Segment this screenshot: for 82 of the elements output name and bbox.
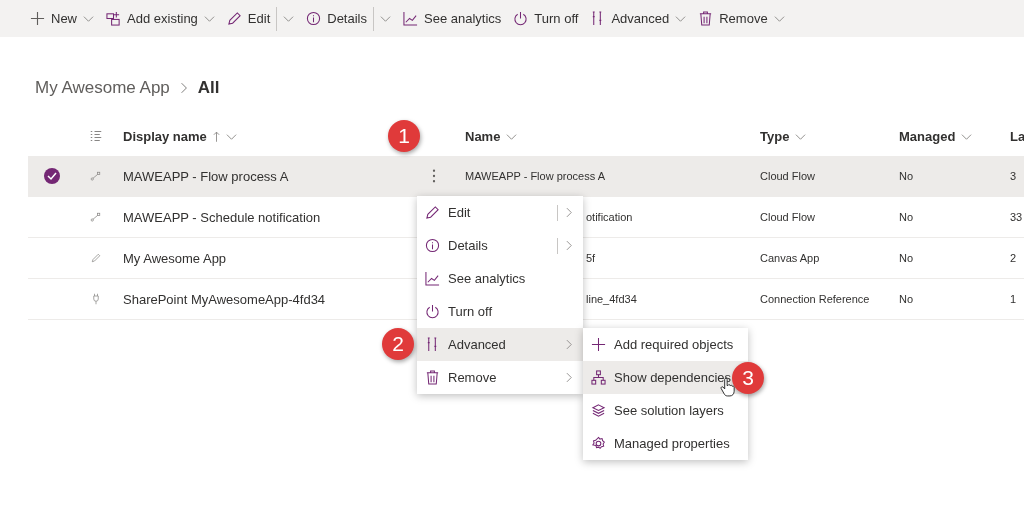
selected-row[interactable]: MAWEAPP - Flow process A MAWEAPP - Flow process A Cloud Flow No 3	[28, 156, 1024, 197]
chevron-right-icon	[179, 82, 188, 94]
chart-icon	[425, 271, 440, 286]
plus-icon	[30, 11, 45, 26]
chevron-down-icon	[675, 13, 687, 24]
menu-item[interactable]: Add required objects	[583, 328, 748, 361]
trash-icon	[698, 11, 714, 26]
table-cell: line_4fd34	[586, 293, 637, 305]
table-cell-text: 33	[1009, 210, 1024, 225]
chevron-right-icon	[566, 372, 573, 383]
column-header[interactable]: Managed	[899, 128, 956, 144]
column-header[interactable]: Name	[465, 128, 501, 144]
toolbar-button[interactable]: Details	[300, 3, 373, 34]
chevron-down-icon	[83, 13, 94, 24]
pencil-icon	[90, 252, 102, 264]
power-icon	[513, 11, 529, 26]
table-cell-text: No	[898, 169, 915, 184]
chevron-right-icon	[566, 207, 573, 218]
breadcrumb-current: All	[197, 78, 220, 98]
toolbar-button[interactable]: Turn off	[507, 3, 585, 34]
table-cell-text: 2	[1009, 251, 1018, 266]
settings-icon	[591, 436, 606, 451]
chevron-down-icon	[773, 13, 785, 24]
table-cell: SharePoint MyAwesomeApp-4fd34	[123, 291, 326, 307]
table-cell-text: 3	[1009, 169, 1018, 184]
toolbar-button[interactable]: Advanced	[584, 3, 693, 34]
table-cell-text: No	[898, 210, 915, 225]
table-cell: otification	[586, 211, 633, 223]
table-cell: MAWEAPP - Flow process A	[465, 170, 605, 182]
step-badge: 1	[388, 120, 420, 152]
toolbar-button[interactable]: Remove	[692, 3, 791, 34]
table-cell-text: Connection Reference	[759, 292, 871, 307]
hierarchy-icon	[591, 370, 606, 385]
table-cell-text: Canvas App	[759, 251, 821, 266]
menu-item[interactable]: Advanced	[417, 328, 583, 361]
table-cell: MAWEAPP - Schedule notification	[123, 209, 321, 225]
chart-icon	[403, 11, 418, 26]
table-cell-text: No	[898, 251, 915, 266]
table-cell: MAWEAPP - Flow process A	[123, 168, 289, 184]
toolbar-button[interactable]: Add existing	[100, 3, 221, 34]
table-cell: 5f	[586, 252, 596, 264]
sort-arrow-icon	[212, 130, 220, 142]
step-badge: 3	[732, 362, 764, 394]
check-circle[interactable]	[43, 167, 61, 185]
menu-item[interactable]: Managed properties	[583, 427, 748, 460]
menu-item[interactable]: See solution layers	[583, 394, 748, 427]
table-cell: My Awesome App	[123, 250, 227, 266]
plus-icon	[591, 337, 606, 352]
layers-icon	[591, 403, 606, 418]
flow-icon	[90, 170, 102, 182]
menu-item[interactable]: Details	[417, 229, 583, 262]
column-header[interactable]: Display name	[123, 128, 207, 144]
breadcrumb-link[interactable]: My Awesome App	[35, 78, 170, 98]
pencil-icon	[425, 205, 440, 220]
table-cell-text: No	[898, 292, 915, 307]
chevron-down-icon	[283, 13, 295, 24]
table-cell-text: 1	[1009, 292, 1018, 307]
trash-icon	[425, 370, 440, 385]
menu-item[interactable]: Edit	[417, 196, 583, 229]
menu-item[interactable]: Remove	[417, 361, 583, 394]
chevron-right-icon	[566, 240, 573, 251]
plug-icon	[90, 293, 102, 305]
toolbar-button[interactable]: New	[24, 3, 100, 34]
chevron-right-icon	[566, 339, 573, 350]
menu-item[interactable]: Turn off	[417, 295, 583, 328]
power-icon	[425, 304, 440, 319]
flow-icon	[90, 211, 102, 223]
toolbar-button[interactable]: See analytics	[397, 3, 508, 34]
pencil-icon	[226, 11, 242, 26]
add-existing-icon	[106, 11, 121, 26]
menu-item[interactable]: See analytics	[417, 262, 583, 295]
more-icon[interactable]	[432, 169, 436, 183]
table-cell-text: Cloud Flow	[759, 210, 817, 225]
chevron-down-icon	[203, 13, 215, 24]
toolbar-button[interactable]: Edit	[220, 3, 277, 34]
info-icon	[306, 11, 322, 26]
table-cell-text: Cloud Flow	[759, 169, 817, 184]
list-icon[interactable]	[90, 130, 102, 142]
info-icon	[425, 238, 440, 253]
chevron-down-icon	[380, 13, 391, 24]
column-header[interactable]: Type	[760, 128, 790, 144]
step-badge: 2	[382, 328, 414, 360]
